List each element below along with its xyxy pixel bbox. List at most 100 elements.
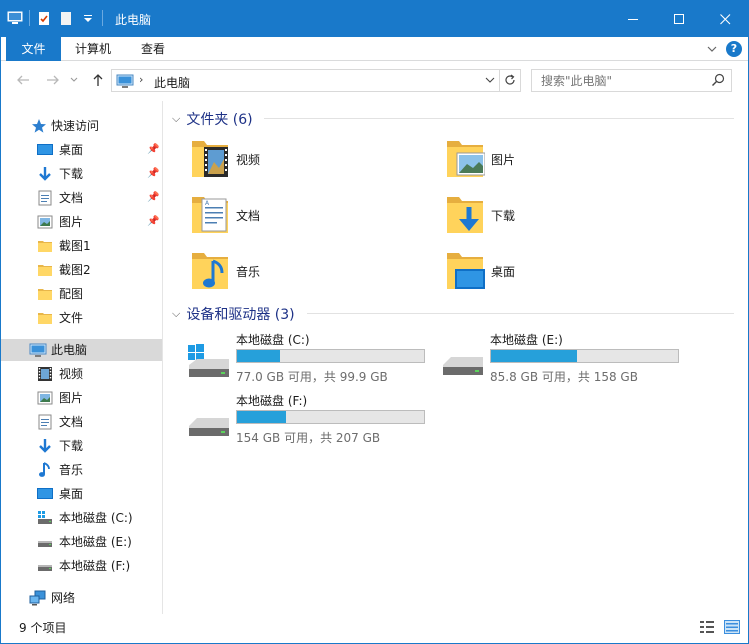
sidebar-item-label: 此电脑 (51, 343, 88, 357)
address-dropdown-icon[interactable] (485, 73, 495, 87)
title-bar[interactable]: 此电脑 (1, 1, 748, 37)
forward-icon[interactable] (45, 72, 61, 88)
sidebar-item-videos[interactable]: 视频 (1, 363, 162, 385)
folder-tile-documents[interactable]: A 文档 (190, 193, 430, 243)
folders-group-header[interactable]: ⌵ 文件夹 (6) (172, 109, 253, 129)
navigation-pane: 快速访问 桌面 📌 下载 📌 文档 📌 图片 📌 截图1 截图2 配图 文件 此… (1, 101, 163, 614)
sidebar-item-downloads[interactable]: 下载 📌 (1, 163, 162, 185)
sidebar-item-folder[interactable]: 配图 (1, 283, 162, 305)
sidebar-item-documents[interactable]: 文档 📌 (1, 187, 162, 209)
folder-label: 视频 (236, 153, 261, 167)
computer-icon (29, 343, 47, 357)
address-bar[interactable]: › 此电脑 (111, 69, 500, 92)
sidebar-item-label: 截图2 (59, 263, 91, 277)
minimize-icon (627, 18, 638, 20)
customize-toolbar-icon[interactable] (80, 10, 96, 26)
group-divider (307, 313, 734, 314)
picture-folder-icon (447, 141, 485, 177)
search-icon[interactable] (711, 73, 725, 87)
folder-tile-music[interactable]: 音乐 (190, 249, 430, 299)
up-icon[interactable] (90, 72, 106, 88)
tab-computer[interactable]: 计算机 (63, 37, 123, 61)
drive-usage-fill (237, 350, 280, 362)
sidebar-item-folder[interactable]: 文件 (1, 307, 162, 329)
expand-ribbon-icon[interactable] (706, 41, 718, 57)
video-folder-icon (192, 141, 228, 177)
explorer-window: 此电脑 文件 计算机 查看 ? › 此电脑 搜索"此电脑" 快速访问 桌面 📌 … (0, 0, 749, 644)
search-box[interactable] (531, 69, 732, 92)
drive-name: 本地磁盘 (C:) (236, 333, 310, 347)
sidebar-item-label: 文档 (59, 415, 84, 429)
document-icon (38, 190, 52, 206)
sidebar-item-folder[interactable]: 截图1 (1, 235, 162, 257)
sidebar-item-quick-access[interactable]: 快速访问 (1, 115, 162, 137)
drive-tile-e[interactable]: 本地磁盘 (E:) 85.8 GB 可用，共 158 GB (441, 331, 691, 391)
breadcrumb-chevron-icon[interactable]: › (139, 73, 143, 86)
breadcrumb[interactable]: 此电脑 (154, 74, 190, 91)
sidebar-item-label: 配图 (59, 287, 84, 301)
drive-tile-c[interactable]: 本地磁盘 (C:) 77.0 GB 可用，共 99.9 GB (187, 331, 437, 391)
system-drive-icon (38, 511, 52, 524)
close-button[interactable] (702, 1, 748, 37)
sidebar-item-pictures[interactable]: 图片 (1, 387, 162, 409)
tab-view[interactable]: 查看 (129, 37, 177, 61)
computer-icon (116, 74, 134, 88)
content-pane: ⌵ 文件夹 (6) 视频 图片 A 文档 下载 音乐 桌面 ⌵ 设备和驱动器 (… (164, 101, 748, 614)
drive-space: 85.8 GB 可用，共 158 GB (490, 370, 638, 384)
sidebar-item-drive-e[interactable]: 本地磁盘 (E:) (1, 531, 162, 553)
help-icon[interactable]: ? (726, 41, 742, 57)
folder-tile-downloads[interactable]: 下载 (445, 193, 685, 243)
group-title: 文件夹 (6) (186, 112, 253, 128)
sidebar-item-desktop[interactable]: 桌面 📌 (1, 139, 162, 161)
sidebar-item-downloads[interactable]: 下载 (1, 435, 162, 457)
drive-usage-bar (236, 410, 425, 424)
new-folder-icon[interactable] (58, 10, 74, 26)
sidebar-item-label: 文档 (59, 191, 84, 205)
folder-tile-videos[interactable]: 视频 (190, 137, 430, 187)
drives-group-header[interactable]: ⌵ 设备和驱动器 (3) (172, 304, 295, 324)
sidebar-item-drive-c[interactable]: 本地磁盘 (C:) (1, 507, 162, 529)
tab-file[interactable]: 文件 (6, 37, 61, 61)
drive-usage-fill (491, 350, 578, 362)
drive-icon (38, 565, 52, 571)
group-divider (264, 118, 734, 119)
pin-icon[interactable]: 📌 (147, 211, 159, 233)
desktop-icon (37, 144, 53, 155)
collapse-chevron-icon[interactable]: ⌵ (172, 112, 180, 126)
details-view-icon[interactable] (699, 620, 715, 634)
sidebar-item-pictures[interactable]: 图片 📌 (1, 211, 162, 233)
folder-tile-pictures[interactable]: 图片 (445, 137, 685, 187)
pin-icon[interactable]: 📌 (147, 187, 159, 209)
navigation-bar: › 此电脑 (1, 62, 748, 100)
sidebar-item-label: 下载 (59, 439, 84, 453)
maximize-icon (673, 13, 684, 24)
recent-locations-icon[interactable] (69, 74, 79, 86)
sidebar-item-folder[interactable]: 截图2 (1, 259, 162, 281)
sidebar-item-documents[interactable]: 文档 (1, 411, 162, 433)
computer-icon[interactable] (7, 10, 23, 26)
folder-tile-desktop[interactable]: 桌面 (445, 249, 685, 299)
refresh-button[interactable] (499, 69, 521, 92)
drive-icon (189, 418, 229, 436)
sidebar-item-drive-f[interactable]: 本地磁盘 (F:) (1, 555, 162, 577)
pin-icon[interactable]: 📌 (147, 139, 159, 161)
sidebar-item-music[interactable]: 音乐 (1, 459, 162, 481)
drive-tile-f[interactable]: 本地磁盘 (F:) 154 GB 可用，共 207 GB (187, 392, 437, 452)
back-icon[interactable] (15, 72, 31, 88)
system-drive-icon (188, 344, 229, 377)
sidebar-item-label: 文件 (59, 311, 84, 325)
minimize-button[interactable] (610, 1, 656, 37)
search-input[interactable] (532, 70, 702, 91)
sidebar-item-desktop[interactable]: 桌面 (1, 483, 162, 505)
qat-separator (29, 10, 30, 26)
ribbon-tabs: 文件 计算机 查看 ? (1, 37, 748, 61)
maximize-button[interactable] (656, 1, 702, 37)
drive-name: 本地磁盘 (F:) (236, 394, 308, 408)
pin-icon[interactable]: 📌 (147, 163, 159, 185)
tiles-view-icon[interactable] (724, 620, 740, 634)
sidebar-item-network[interactable]: 网络 (1, 587, 162, 609)
sidebar-item-this-pc[interactable]: 此电脑 (1, 339, 162, 361)
properties-icon[interactable] (36, 10, 52, 26)
collapse-chevron-icon[interactable]: ⌵ (172, 307, 180, 321)
close-icon (719, 13, 730, 24)
